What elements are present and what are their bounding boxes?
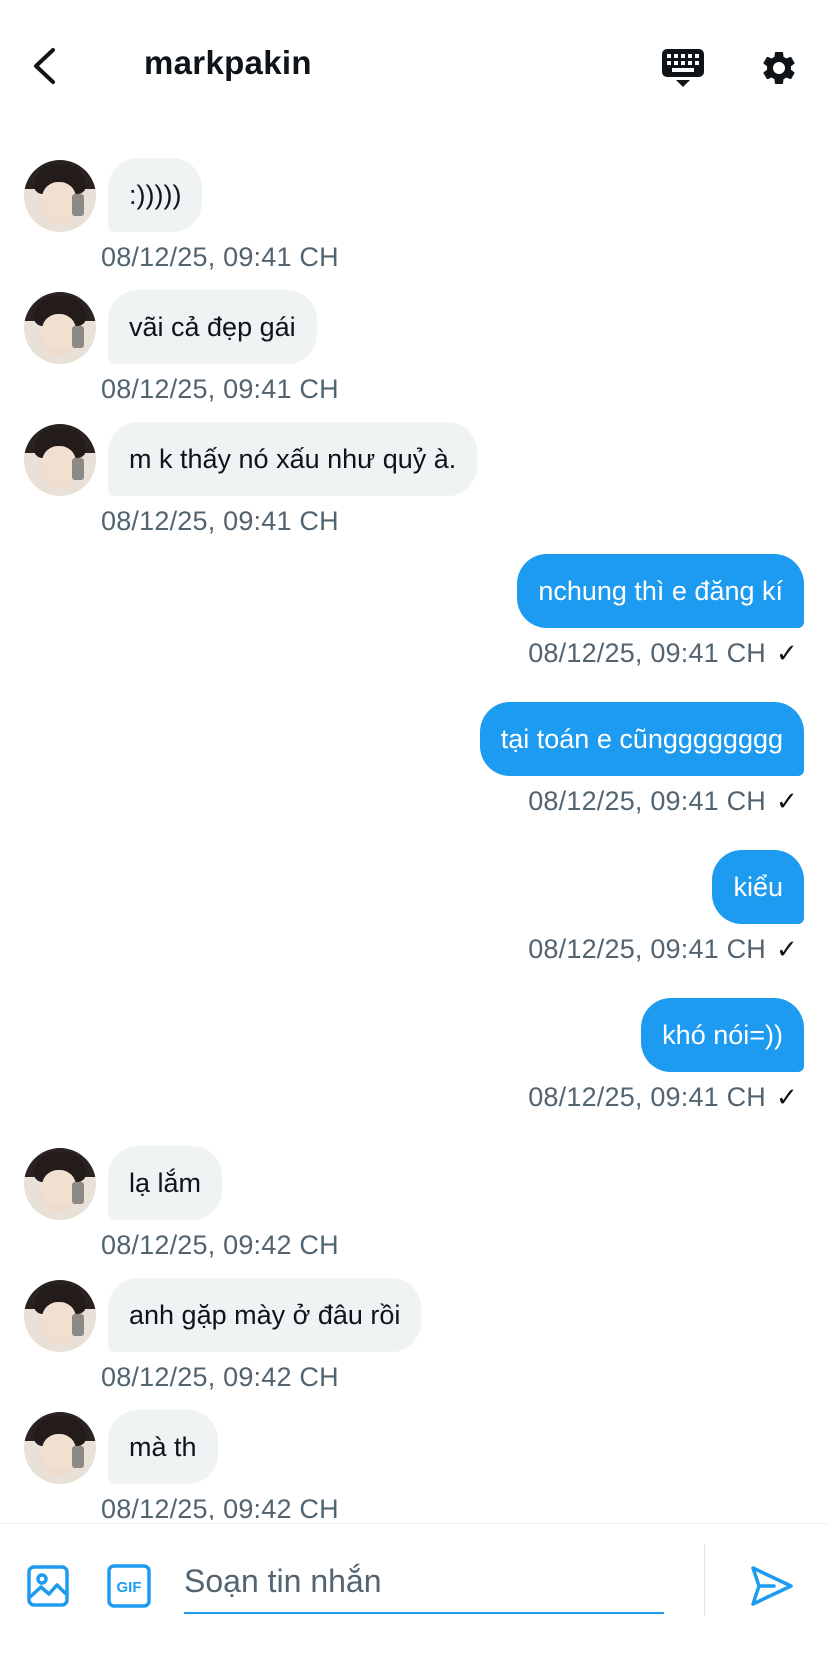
message-timestamp: 08/12/25, 09:41 CH ✓	[528, 934, 798, 965]
message-bubble[interactable]: vãi cả đẹp gái	[108, 290, 317, 364]
message-bubble[interactable]: :)))))	[108, 158, 203, 232]
keyboard-icon	[662, 49, 704, 87]
add-gif-button[interactable]: GIF	[106, 1563, 152, 1609]
avatar[interactable]	[24, 1412, 96, 1484]
message-bubble[interactable]: nchung thì e đăng kí	[517, 554, 804, 628]
message-timestamp: 08/12/25, 09:41 CH	[101, 506, 339, 536]
keyboard-shortcuts-button[interactable]	[660, 46, 706, 90]
sent-check-icon: ✓	[776, 786, 798, 816]
message-timestamp: 08/12/25, 09:42 CH	[101, 1362, 339, 1392]
gif-icon: GIF	[107, 1564, 151, 1608]
avatar[interactable]	[24, 424, 96, 496]
message-bubble[interactable]: lạ lắm	[108, 1146, 223, 1220]
back-button[interactable]	[22, 42, 66, 90]
timestamp-text: 08/12/25, 09:41 CH	[528, 638, 766, 668]
message-timestamp: 08/12/25, 09:41 CH	[101, 242, 339, 272]
message-bubble[interactable]: tại toán e cũngggggggg	[479, 702, 804, 776]
send-icon	[751, 1566, 793, 1606]
avatar[interactable]	[24, 1148, 96, 1220]
message-timestamp: 08/12/25, 09:41 CH ✓	[528, 786, 798, 817]
message-bubble[interactable]: mà th	[108, 1410, 218, 1484]
message-input-wrapper	[184, 1550, 664, 1614]
message-bubble[interactable]: kiểu	[712, 850, 804, 924]
gear-icon	[763, 51, 795, 84]
settings-button[interactable]	[756, 45, 802, 91]
message-input[interactable]	[184, 1550, 664, 1612]
sent-check-icon: ✓	[776, 638, 798, 668]
timestamp-text: 08/12/25, 09:41 CH	[528, 934, 766, 964]
message-timestamp: 08/12/25, 09:42 CH	[101, 1494, 339, 1520]
avatar[interactable]	[24, 160, 96, 232]
avatar[interactable]	[24, 292, 96, 364]
timestamp-text: 08/12/25, 09:41 CH	[528, 786, 766, 816]
message-timestamp: 08/12/25, 09:41 CH ✓	[528, 638, 798, 669]
send-button[interactable]	[748, 1562, 796, 1610]
image-icon	[27, 1565, 69, 1607]
chevron-left-icon	[34, 48, 55, 84]
message-timestamp: 08/12/25, 09:41 CH ✓	[528, 1082, 798, 1113]
avatar[interactable]	[24, 1280, 96, 1352]
conversation-title[interactable]: markpakin	[144, 44, 312, 82]
message-bubble[interactable]: m k thấy nó xấu như quỷ à.	[108, 422, 478, 496]
timestamp-text: 08/12/25, 09:41 CH	[528, 1082, 766, 1112]
sent-check-icon: ✓	[776, 934, 798, 964]
message-timestamp: 08/12/25, 09:42 CH	[101, 1230, 339, 1260]
conversation-header: markpakin	[0, 0, 828, 130]
composer-divider	[704, 1544, 705, 1616]
add-image-button[interactable]	[26, 1564, 70, 1608]
sent-check-icon: ✓	[776, 1082, 798, 1112]
message-composer: GIF	[0, 1523, 828, 1654]
message-bubble[interactable]: khó nói=))	[641, 998, 804, 1072]
message-list[interactable]: :))))) 08/12/25, 09:41 CH vãi cả đẹp gái…	[0, 130, 828, 1520]
message-timestamp: 08/12/25, 09:41 CH	[101, 374, 339, 404]
message-bubble[interactable]: anh gặp mày ở đâu rồi	[108, 1278, 422, 1352]
dm-conversation-screen: markpakin :))))) 08/12/25, 09:41 CH vãi …	[0, 0, 828, 1654]
gif-label: GIF	[117, 1579, 142, 1596]
